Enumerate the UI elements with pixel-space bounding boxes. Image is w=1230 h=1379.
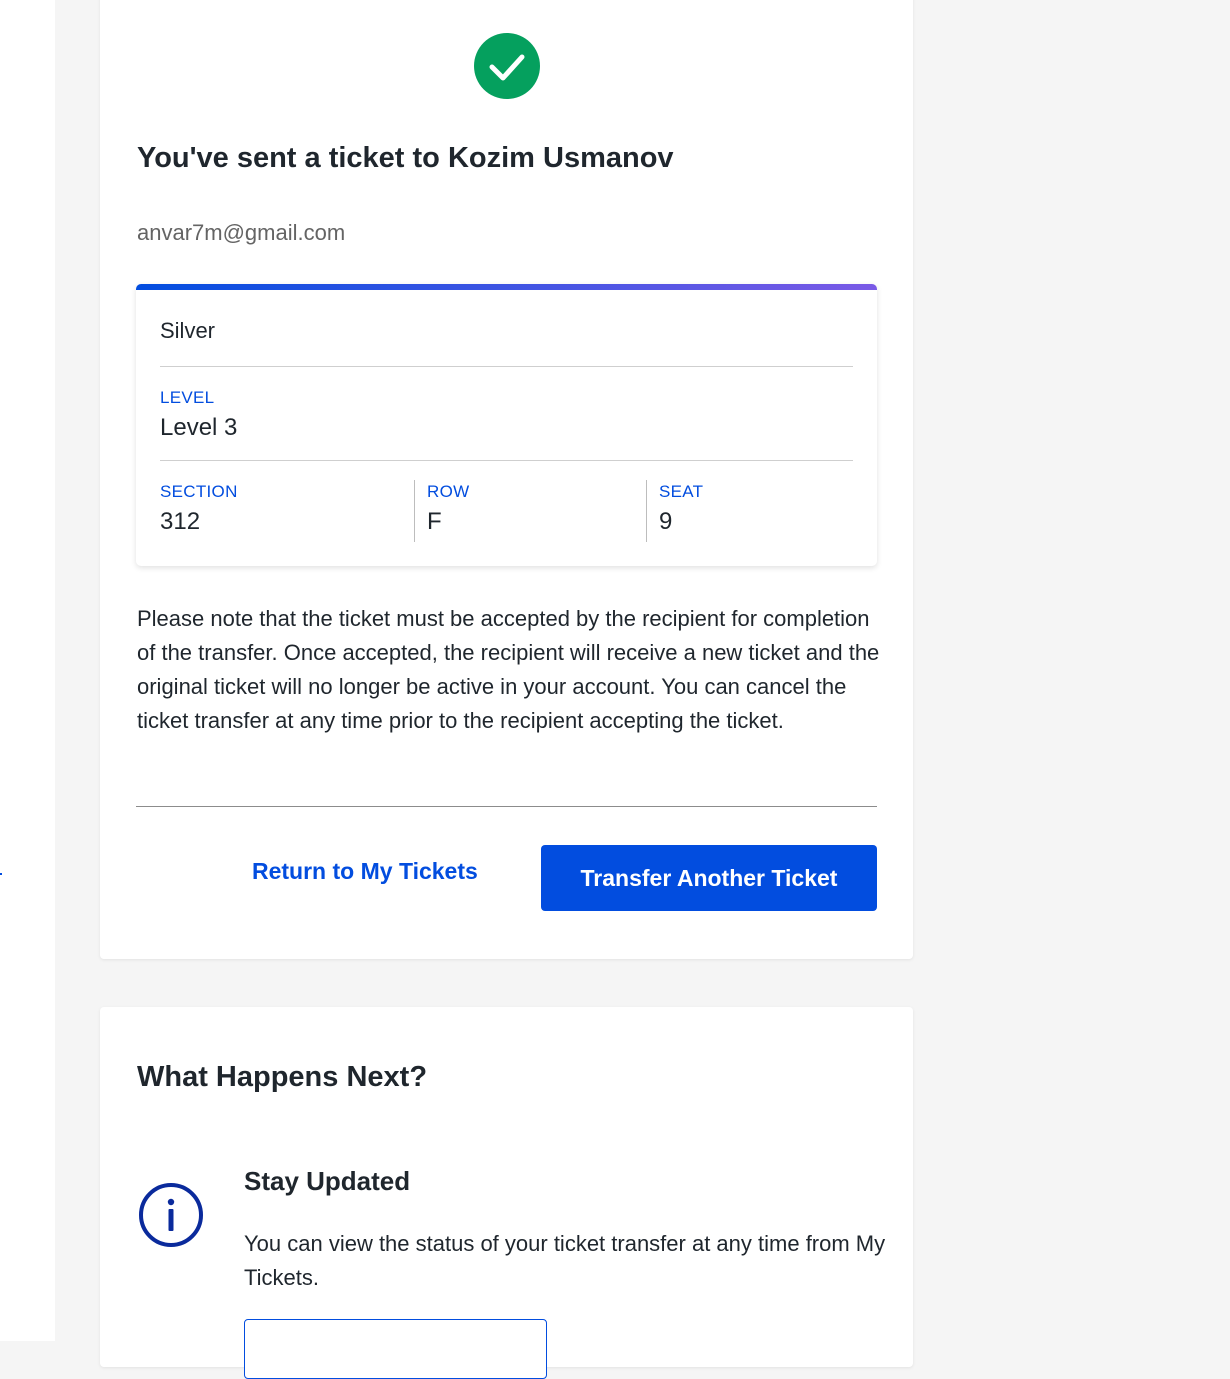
level-label: LEVEL <box>160 388 215 407</box>
ticket-accent-bar <box>136 284 877 290</box>
section-value: 312 <box>160 508 201 535</box>
seat-label: SEAT <box>659 482 704 501</box>
left-edge-dot <box>0 873 2 875</box>
row-value: F <box>427 508 442 535</box>
check-circle-icon <box>474 33 540 99</box>
stay-updated-title: Stay Updated <box>244 1166 411 1196</box>
ticket-summary: Silver LEVEL Level 3 SECTION 312 ROW F S… <box>136 284 877 566</box>
info-circle-icon <box>138 1182 204 1248</box>
transfer-another-ticket-button[interactable]: Transfer Another Ticket <box>541 845 877 911</box>
column-divider <box>414 480 415 542</box>
row-label: ROW <box>427 482 470 501</box>
level-value: Level 3 <box>160 414 238 441</box>
transfer-note: Please note that the ticket must be acce… <box>137 606 880 733</box>
ticket-divider <box>160 460 853 461</box>
ticket-name: Silver <box>160 318 216 343</box>
section-label: SECTION <box>160 482 238 501</box>
view-tickets-button[interactable] <box>244 1319 547 1379</box>
what-happens-next-card: What Happens Next? Stay Updated You can … <box>100 1007 913 1379</box>
confirmation-title: You've sent a ticket to Kozim Usmanov <box>137 142 674 174</box>
stay-updated-text: You can view the status of your ticket t… <box>244 1231 886 1290</box>
return-to-my-tickets-link[interactable]: Return to My Tickets <box>252 858 478 885</box>
transfer-confirmation-card: You've sent a ticket to Kozim Usmanov an… <box>100 0 913 959</box>
seat-value: 9 <box>659 508 673 535</box>
left-page-strip <box>0 0 55 1341</box>
divider <box>136 806 877 807</box>
recipient-email: anvar7m@gmail.com <box>137 220 346 245</box>
column-divider <box>646 480 647 542</box>
ticket-divider <box>160 366 853 367</box>
next-steps-title: What Happens Next? <box>137 1061 428 1093</box>
